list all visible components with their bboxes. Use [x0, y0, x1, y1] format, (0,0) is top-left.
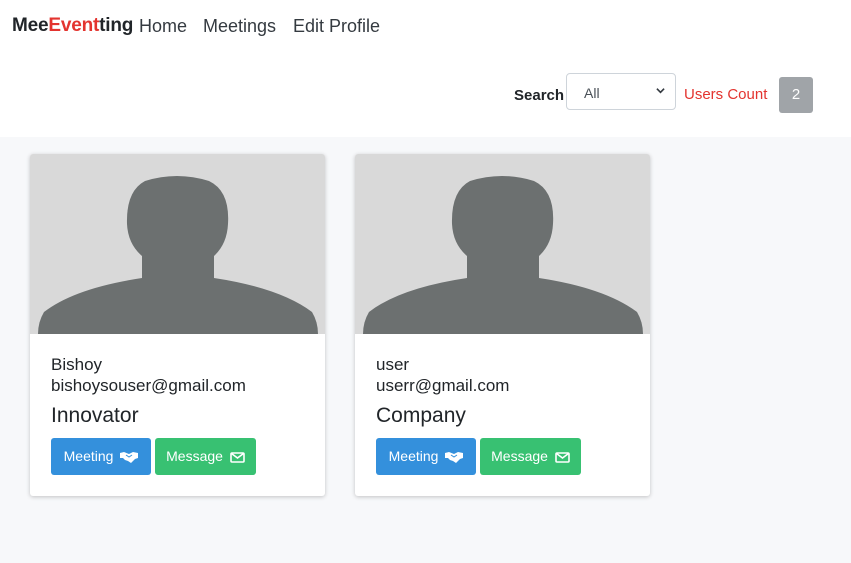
- handshake-icon: [120, 452, 139, 464]
- nav-edit-profile-link[interactable]: Edit Profile: [293, 16, 380, 37]
- user-email: userr@gmail.com: [376, 376, 510, 395]
- brand-suffix: ting: [99, 15, 134, 36]
- users-count-badge: 2: [779, 77, 813, 113]
- chevron-down-icon: [656, 88, 665, 94]
- meeting-button-label: Meeting: [63, 448, 114, 464]
- nav-meetings-link[interactable]: Meetings: [203, 16, 276, 37]
- nav-home-link[interactable]: Home: [139, 16, 187, 37]
- avatar: [30, 154, 325, 334]
- role-filter-select[interactable]: All: [566, 73, 676, 110]
- message-button-label: Message: [491, 448, 548, 464]
- message-button[interactable]: Message: [155, 438, 256, 475]
- search-toolbar: Search All Users Count 2: [0, 52, 851, 137]
- search-label: Search: [514, 87, 565, 104]
- user-placeholder-icon: [38, 176, 318, 334]
- brand-prefix: Mee: [12, 15, 49, 36]
- message-button[interactable]: Message: [480, 438, 581, 475]
- user-email: bishoysouser@gmail.com: [51, 376, 246, 395]
- users-count-label: Users Count: [684, 86, 768, 103]
- user-placeholder-icon: [363, 176, 643, 334]
- handshake-icon: [445, 452, 464, 464]
- envelope-icon: [555, 451, 570, 463]
- message-button-label: Message: [166, 448, 223, 464]
- users-grid: Bishoy bishoysouser@gmail.com Innovator …: [0, 137, 851, 563]
- meeting-button-label: Meeting: [388, 448, 439, 464]
- envelope-icon: [230, 451, 245, 463]
- user-card: user userr@gmail.com Company Meeting Mes…: [355, 154, 650, 496]
- user-name: user: [376, 355, 410, 374]
- navbar: MeeEventting Home Meetings Edit Profile: [0, 0, 851, 52]
- user-card: Bishoy bishoysouser@gmail.com Innovator …: [30, 154, 325, 496]
- meeting-button[interactable]: Meeting: [376, 438, 476, 475]
- role-filter-value: All: [584, 85, 600, 101]
- brand-logo[interactable]: MeeEventting: [12, 15, 133, 37]
- user-role: Innovator: [51, 404, 139, 427]
- user-name: Bishoy: [51, 355, 103, 374]
- brand-highlight: Event: [48, 15, 100, 36]
- avatar: [355, 154, 650, 334]
- user-role: Company: [376, 404, 466, 427]
- meeting-button[interactable]: Meeting: [51, 438, 151, 475]
